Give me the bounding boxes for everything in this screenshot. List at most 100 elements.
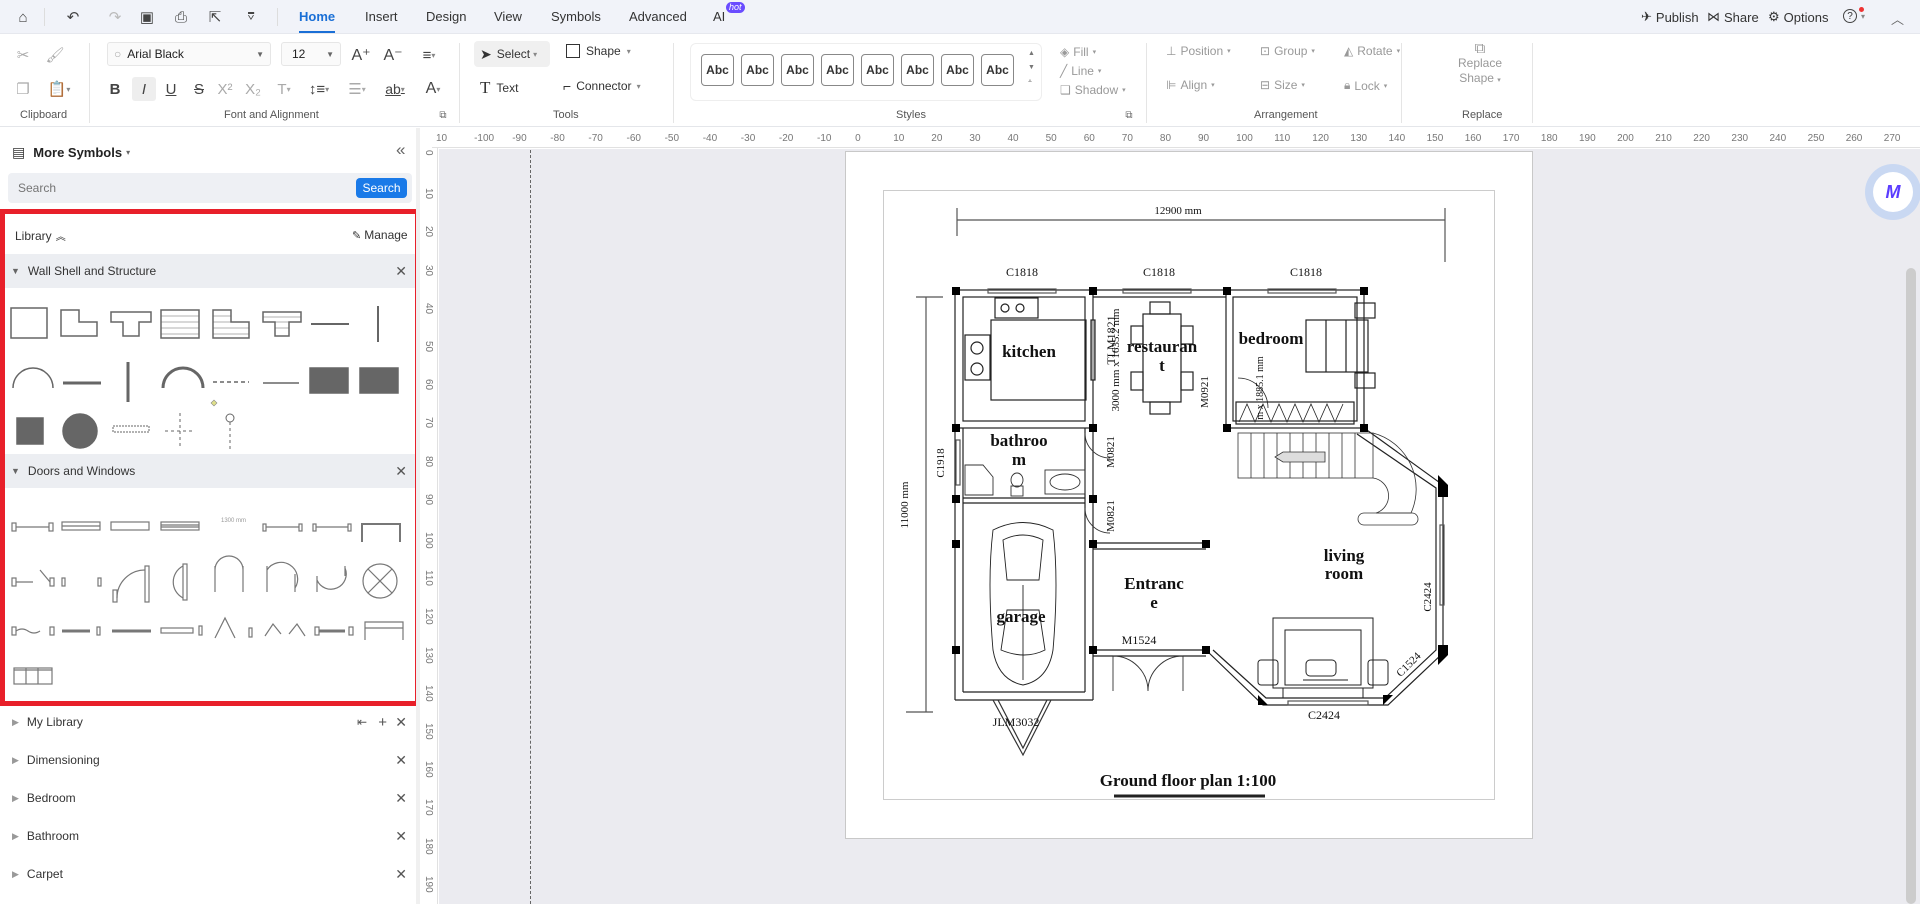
connector-tool-button[interactable]: ⌐ Connector ▾ [563,78,641,94]
ai-assistant-button[interactable]: M [1865,164,1920,220]
tab-insert[interactable]: Insert [365,9,398,24]
customize-quick-access-icon[interactable]: ⩢ [240,6,262,28]
symbol-door-gap[interactable] [61,577,102,587]
symbol-french-window[interactable] [13,667,53,685]
print-icon[interactable]: ⎙ [170,6,192,28]
manage-button[interactable]: ✎ Manage [352,228,408,242]
symbol-t-wall[interactable] [110,311,152,337]
symbol-window-sliding[interactable] [160,521,200,531]
bold-icon[interactable]: B [104,78,126,100]
search-input[interactable] [8,173,348,203]
style-swatch[interactable]: Abc [701,54,734,86]
export-icon[interactable]: ⇱ [204,6,226,28]
style-swatch[interactable]: Abc [741,54,774,86]
section-wall-shell[interactable]: ▼ Wall Shell and Structure ✕ [5,254,415,288]
tab-advanced[interactable]: Advanced [629,9,687,24]
font-color-icon[interactable]: A ▾ [418,78,448,100]
symbol-revolving-door[interactable] [362,563,398,599]
position-button[interactable]: ⊥ Position ▾ [1166,44,1231,58]
symbol-sliding-door[interactable] [62,626,101,636]
collapse-panel-icon[interactable]: « [396,140,405,160]
symbol-filled-block[interactable] [309,367,349,394]
style-swatch[interactable]: Abc [981,54,1014,86]
tab-ai[interactable]: AI [713,9,725,24]
symbol-column-round[interactable] [62,413,98,449]
library-toggle[interactable]: Library ︽ [15,228,66,244]
symbol-axis-cross[interactable] [165,413,195,449]
subscript-icon[interactable]: X₂ [242,78,264,100]
symbol-door-single[interactable] [11,522,54,532]
library-bathroom[interactable]: ▶ Bathroom ✕ [0,817,415,855]
gallery-scroll[interactable]: ▲ ▼ ⩡ [1028,47,1035,89]
symbol-beam[interactable] [112,425,150,433]
shape-tool-button[interactable]: Shape ▾ [566,44,631,58]
underline-icon[interactable]: U [160,78,182,100]
symbol-garage-door[interactable] [364,621,404,640]
text-effect-icon[interactable]: T ▾ [270,78,298,100]
symbol-window-label[interactable]: 1300 mm [221,518,246,524]
close-icon[interactable]: ✕ [395,828,407,845]
symbol-double-bifold[interactable] [264,622,306,637]
close-icon[interactable]: ✕ [395,790,407,807]
cut-icon[interactable]: ✂ [12,44,34,66]
options-button[interactable]: ⚙ Options [1768,9,1828,25]
italic-icon[interactable]: I [132,77,156,101]
paste-icon[interactable]: 📋 ▾ [44,78,74,100]
symbol-sliding-panel[interactable] [314,626,354,636]
symbol-l-wall[interactable] [60,309,98,337]
symbol-rectangle-wall[interactable] [10,307,48,339]
symbol-pocket-door[interactable] [160,625,203,636]
save-icon[interactable]: ▣ [136,6,158,28]
symbol-axis-marker[interactable] [225,413,235,450]
align-icon[interactable]: ≡ ▾ [414,44,444,66]
symbol-door-pivot[interactable] [312,523,352,532]
tab-symbols[interactable]: Symbols [551,9,601,24]
symbol-door-s-swing[interactable] [316,566,347,592]
symbol-door-bifold[interactable] [262,523,303,532]
group-button[interactable]: ⊡ Group ▾ [1260,44,1315,58]
symbol-door-folding[interactable] [11,626,55,636]
copy-icon[interactable]: ❐ [12,78,34,100]
symbol-filled-block[interactable] [359,367,399,394]
symbol-door-half-round[interactable] [172,563,188,601]
close-icon[interactable]: ✕ [395,714,407,731]
replace-shape-button[interactable]: ⧉ Replace Shape ▾ [1440,41,1520,88]
superscript-icon[interactable]: X² [214,78,236,100]
library-carpet[interactable]: ▶ Carpet ✕ [0,855,415,893]
import-icon[interactable]: ⇤ [357,715,367,729]
highlight-icon[interactable]: ab ▾ [380,78,410,100]
symbol-thick-arc-wall[interactable] [161,366,205,389]
more-symbols-dropdown[interactable]: ▤ More Symbols ▾ [12,144,130,161]
style-swatch[interactable]: Abc [941,54,974,86]
increase-font-icon[interactable]: A⁺ [350,44,372,66]
library-dimensioning[interactable]: ▶ Dimensioning ✕ [0,741,415,779]
style-swatch[interactable]: Abc [781,54,814,86]
close-icon[interactable]: ✕ [395,752,407,769]
symbol-door-double-swing[interactable] [214,555,244,592]
format-painter-icon[interactable]: 🖌 [44,44,66,66]
search-button[interactable]: Search [356,178,407,198]
symbol-bifold-door[interactable] [214,616,253,639]
symbol-column-square[interactable] [16,417,44,445]
floor-plan[interactable]: 12900 mm 11000 mm C1818 C1818 C1818 C191… [883,190,1495,802]
rotate-button[interactable]: ◭ Rotate ▾ [1344,44,1400,58]
symbol-t-hatched-room[interactable] [262,311,302,337]
symbol-hatched-room[interactable] [160,309,200,339]
symbol-door-swing-open[interactable] [11,569,55,587]
style-swatch[interactable]: Abc [821,54,854,86]
strikethrough-icon[interactable]: S [188,78,210,100]
decrease-font-icon[interactable]: A⁻ [382,44,404,66]
section-doors-windows[interactable]: ▼ Doors and Windows ✕ [5,454,415,488]
publish-button[interactable]: ✈ Publish [1641,9,1699,25]
font-settings-launcher-icon[interactable]: ⧉ [436,108,450,122]
font-family-select[interactable]: ○ Arial Black ▼ [107,42,271,66]
symbol-opening[interactable] [361,523,401,542]
redo-icon[interactable]: ↷ [104,6,126,28]
font-size-select[interactable]: 12 ▼ [281,42,341,66]
shadow-button[interactable]: ❑ Shadow ▾ [1060,83,1126,97]
lock-button[interactable]: 🔒︎ Lock ▾ [1344,78,1387,93]
plus-icon[interactable]: + [378,714,387,731]
bullet-list-icon[interactable]: ☰ ▾ [342,78,372,100]
styles-launcher-icon[interactable]: ⧉ [1122,108,1136,122]
style-swatch[interactable]: Abc [861,54,894,86]
